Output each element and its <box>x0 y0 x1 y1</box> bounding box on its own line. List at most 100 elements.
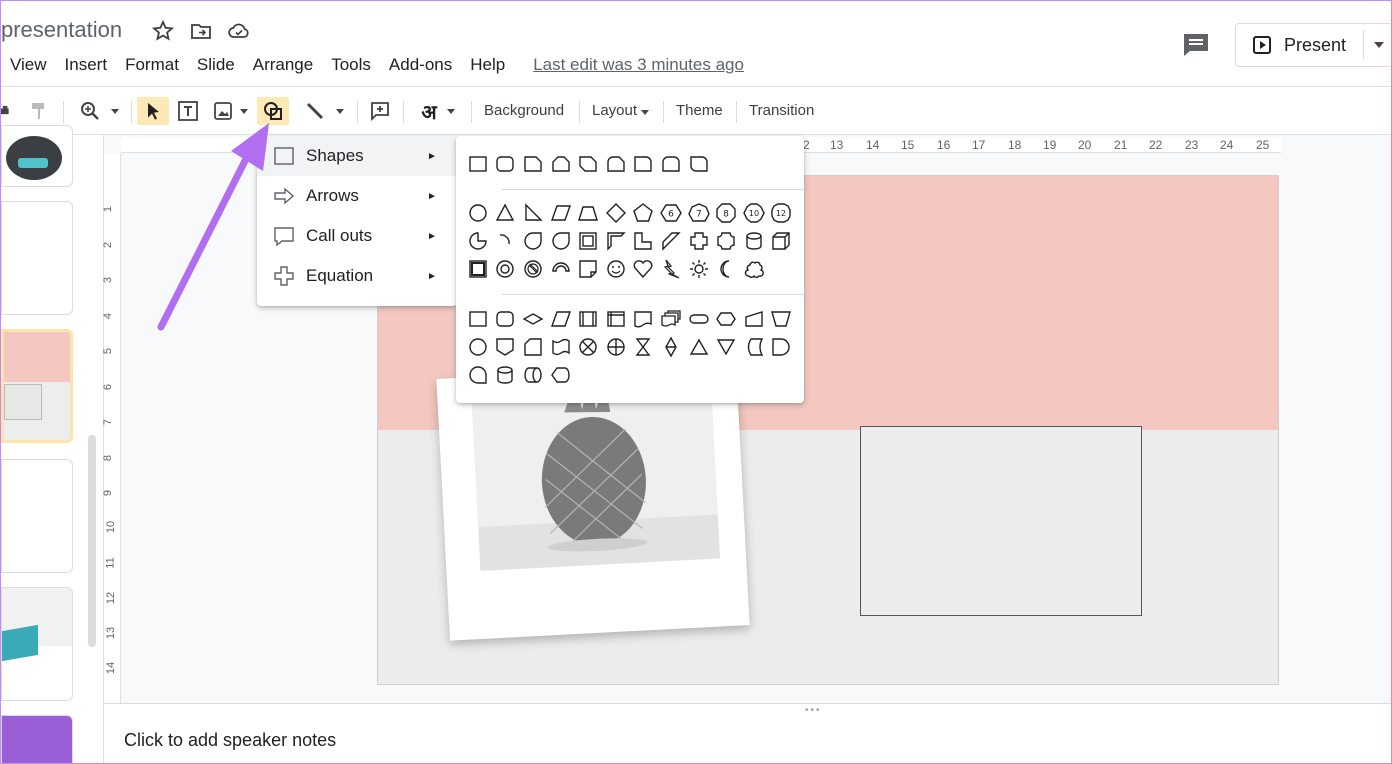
flowchart-document-shape-icon[interactable] <box>630 306 658 332</box>
theme-button[interactable]: Theme <box>676 102 723 119</box>
lightning-bolt-shape-icon[interactable] <box>657 256 685 282</box>
bevel-shape-icon[interactable] <box>464 256 492 282</box>
paint-format-icon[interactable] <box>25 97 53 125</box>
flowchart-delay-shape-icon[interactable] <box>768 334 796 360</box>
flowchart-magnetic-disk-shape-icon[interactable] <box>492 362 520 388</box>
select-tool[interactable] <box>137 97 169 125</box>
doc-title[interactable]: presentation <box>1 17 122 43</box>
can-shape-icon[interactable] <box>740 228 768 254</box>
move-folder-icon[interactable] <box>189 19 213 43</box>
flowchart-decision-shape-icon[interactable] <box>519 306 547 332</box>
slide-rectangle-shape[interactable] <box>860 426 1142 616</box>
diagonal-stripe-shape-icon[interactable] <box>657 228 685 254</box>
diamond-shape-icon[interactable] <box>602 200 630 226</box>
cloud-shape-icon[interactable] <box>740 256 768 282</box>
star-icon[interactable] <box>151 19 175 43</box>
slide-thumbnail[interactable] <box>1 587 73 701</box>
hexagon-shape-icon[interactable]: 6 <box>657 200 685 226</box>
cube-shape-icon[interactable] <box>768 228 796 254</box>
half-frame-shape-icon[interactable] <box>602 228 630 254</box>
filmstrip-scrollbar[interactable] <box>88 435 96 647</box>
line-tool[interactable] <box>299 97 349 125</box>
snip-round-rectangle-shape-icon[interactable] <box>602 151 630 177</box>
input-tools-button[interactable]: अ <box>413 97 463 125</box>
image-tool[interactable] <box>207 97 253 125</box>
flowchart-process-shape-icon[interactable] <box>464 306 492 332</box>
comment-icon[interactable] <box>1181 31 1211 59</box>
notes-resize-handle[interactable]: ••• <box>805 705 822 716</box>
moon-shape-icon[interactable] <box>712 256 740 282</box>
round-same-side-rectangle-shape-icon[interactable] <box>657 151 685 177</box>
slide-thumbnail[interactable] <box>1 201 73 315</box>
parallelogram-shape-icon[interactable] <box>547 200 575 226</box>
flowchart-alternate-process-shape-icon[interactable] <box>492 306 520 332</box>
flowchart-extract-shape-icon[interactable] <box>685 334 713 360</box>
present-button[interactable]: Present <box>1235 23 1391 67</box>
arc-shape-icon[interactable] <box>492 228 520 254</box>
menu-insert[interactable]: Insert <box>56 53 117 77</box>
slide-thumbnail[interactable] <box>1 715 73 763</box>
round-one-corner-rectangle-shape-icon[interactable] <box>630 151 658 177</box>
triangle-shape-icon[interactable] <box>492 200 520 226</box>
flowchart-data-shape-icon[interactable] <box>547 306 575 332</box>
heart-shape-icon[interactable] <box>630 256 658 282</box>
flowchart-direct-access-storage-shape-icon[interactable] <box>519 362 547 388</box>
octagon-shape-icon[interactable]: 8 <box>712 200 740 226</box>
flowchart-manual-input-shape-icon[interactable] <box>740 306 768 332</box>
folded-corner-shape-icon[interactable] <box>574 256 602 282</box>
shape-tool[interactable] <box>257 97 289 125</box>
flowchart-sort-shape-icon[interactable] <box>657 334 685 360</box>
slide-thumbnail[interactable] <box>1 125 73 187</box>
flowchart-punched-tape-shape-icon[interactable] <box>547 334 575 360</box>
polaroid-frame[interactable] <box>436 363 750 641</box>
transition-button[interactable]: Transition <box>749 102 814 119</box>
menu-arrange[interactable]: Arrange <box>244 53 322 77</box>
menu-view[interactable]: View <box>1 53 56 77</box>
flowchart-card-shape-icon[interactable] <box>519 334 547 360</box>
slide-thumbnail[interactable] <box>1 459 73 573</box>
dodecagon-shape-icon[interactable]: 12 <box>768 200 796 226</box>
block-arc-shape-icon[interactable] <box>547 256 575 282</box>
last-edit-link[interactable]: Last edit was 3 minutes ago <box>524 53 753 77</box>
flowchart-stored-data-shape-icon[interactable] <box>740 334 768 360</box>
trapezoid-shape-icon[interactable] <box>574 200 602 226</box>
flowchart-or-shape-icon[interactable] <box>602 334 630 360</box>
flowchart-terminator-shape-icon[interactable] <box>685 306 713 332</box>
chevron-down-icon[interactable] <box>1374 42 1384 48</box>
menu-help[interactable]: Help <box>461 53 514 77</box>
plaque-shape-icon[interactable] <box>712 228 740 254</box>
no-symbol-shape-icon[interactable] <box>519 256 547 282</box>
donut-shape-icon[interactable] <box>492 256 520 282</box>
round-diagonal-rectangle-shape-icon[interactable] <box>685 151 713 177</box>
zoom-button[interactable] <box>73 97 125 125</box>
menu-tools[interactable]: Tools <box>322 53 380 77</box>
flowchart-connector-shape-icon[interactable] <box>464 334 492 360</box>
flowchart-merge-shape-icon[interactable] <box>712 334 740 360</box>
chord-shape-icon[interactable] <box>547 228 575 254</box>
pie-shape-icon[interactable] <box>464 228 492 254</box>
pentagon-shape-icon[interactable] <box>630 200 658 226</box>
heptagon-shape-icon[interactable]: 7 <box>685 200 713 226</box>
teardrop-shape-icon[interactable] <box>519 228 547 254</box>
speaker-notes[interactable]: Click to add speaker notes <box>124 730 336 751</box>
flowchart-predefined-process-shape-icon[interactable] <box>574 306 602 332</box>
menu-slide[interactable]: Slide <box>188 53 244 77</box>
l-shape-icon[interactable] <box>630 228 658 254</box>
text-box-tool[interactable] <box>173 97 203 125</box>
smiley-face-shape-icon[interactable] <box>602 256 630 282</box>
snip-corner-rectangle-shape-icon[interactable] <box>519 151 547 177</box>
sun-shape-icon[interactable] <box>685 256 713 282</box>
print-icon[interactable] <box>1 97 15 125</box>
background-button[interactable]: Background <box>484 102 564 119</box>
rectangle-shape-icon[interactable] <box>464 151 492 177</box>
notes-divider[interactable] <box>104 703 1391 704</box>
snip-same-side-rectangle-shape-icon[interactable] <box>547 151 575 177</box>
menu-format[interactable]: Format <box>116 53 188 77</box>
new-comment-button[interactable] <box>365 97 395 125</box>
pineapple-image[interactable] <box>470 374 721 571</box>
flowchart-manual-operation-shape-icon[interactable] <box>768 306 796 332</box>
cross-shape-icon[interactable] <box>685 228 713 254</box>
flowchart-internal-storage-shape-icon[interactable] <box>602 306 630 332</box>
layout-button[interactable]: Layout <box>592 102 650 119</box>
right-triangle-shape-icon[interactable] <box>519 200 547 226</box>
